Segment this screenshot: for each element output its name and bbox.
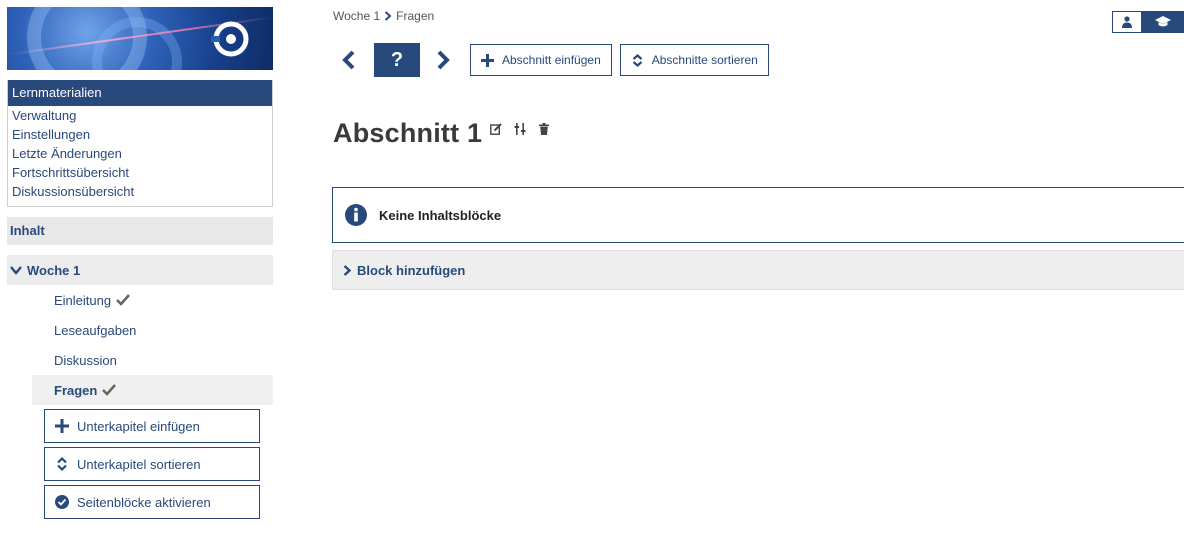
checkmark-icon (116, 294, 131, 306)
sort-icon (632, 53, 642, 67)
info-icon (345, 204, 367, 226)
button-label: Unterkapitel einfügen (77, 418, 200, 434)
content-header: Inhalt (7, 217, 273, 245)
chapter-label: Diskussion (54, 352, 117, 368)
view-mode-switch (1112, 11, 1184, 33)
button-label: Abschnitt einfügen (502, 53, 601, 67)
trash-icon[interactable] (538, 122, 550, 135)
add-block-label: Block hinzufügen (357, 262, 466, 278)
teacher-view-button[interactable] (1142, 11, 1184, 33)
activate-page-blocks-button[interactable]: Seitenblöcke aktivieren (44, 485, 260, 519)
sidebar: Lernmaterialien Verwaltung Einstellungen… (7, 7, 273, 519)
person-icon (1122, 16, 1132, 28)
chevron-right-icon (343, 264, 352, 276)
menu-link-letzte-aenderungen[interactable]: Letzte Änderungen (8, 144, 272, 163)
chapter-label: Fragen (54, 382, 98, 398)
add-block-toggle[interactable]: Block hinzufügen (332, 250, 1184, 290)
learning-materials-menu: Lernmaterialien Verwaltung Einstellungen… (7, 80, 273, 207)
chapter-item-einleitung[interactable]: Einleitung (7, 285, 273, 315)
sort-icon (57, 457, 67, 471)
button-label: Unterkapitel sortieren (77, 456, 201, 472)
button-label: Abschnitte sortieren (651, 53, 758, 67)
sort-subchapters-button[interactable]: Unterkapitel sortieren (44, 447, 260, 481)
current-section-marker[interactable]: ? (374, 43, 420, 77)
banner-logo[interactable] (7, 7, 273, 70)
chevron-right-icon (384, 11, 392, 21)
add-subchapter-button[interactable]: Unterkapitel einfügen (44, 409, 260, 443)
graduation-cap-icon (1155, 16, 1171, 27)
week-label: Woche 1 (27, 262, 81, 278)
sliders-icon[interactable] (514, 122, 526, 135)
breadcrumb-current: Fragen (396, 9, 435, 23)
section-toolbar: ? Abschnitt einfügen Abschnitte sortiere… (340, 43, 769, 77)
edit-icon[interactable] (490, 122, 502, 135)
section-title-row: Abschnitt 1 (333, 118, 550, 149)
menu-link-fortschritt[interactable]: Fortschrittsübersicht (8, 163, 272, 182)
add-section-button[interactable]: Abschnitt einfügen (470, 44, 612, 76)
empty-message: Keine Inhaltsblöcke (379, 207, 502, 223)
check-circle-icon (55, 495, 69, 509)
page-title: Abschnitt 1 (333, 118, 483, 148)
menu-link-diskussion[interactable]: Diskussionsübersicht (8, 182, 272, 201)
button-label: Seitenblöcke aktivieren (77, 494, 211, 510)
previous-arrow-icon[interactable] (340, 49, 358, 71)
chapter-label: Leseaufgaben (54, 322, 137, 338)
checkmark-icon (102, 384, 117, 396)
menu-header[interactable]: Lernmaterialien (8, 80, 272, 106)
chapter-item-leseaufgaben[interactable]: Leseaufgaben (7, 315, 273, 345)
menu-link-verwaltung[interactable]: Verwaltung (8, 106, 272, 125)
week-toggle[interactable]: Woche 1 (7, 255, 273, 285)
sort-sections-button[interactable]: Abschnitte sortieren (619, 44, 769, 76)
plus-icon (481, 53, 494, 67)
chapter-item-fragen[interactable]: Fragen (32, 375, 273, 405)
plus-icon (55, 419, 69, 433)
empty-content-notice: Keine Inhaltsblöcke (332, 187, 1184, 243)
next-arrow-icon[interactable] (434, 49, 452, 71)
chapter-item-diskussion[interactable]: Diskussion (7, 345, 273, 375)
participant-view-button[interactable] (1112, 11, 1142, 33)
breadcrumb: Woche 1 Fragen (333, 9, 434, 23)
platform-logo-icon (211, 21, 249, 57)
menu-link-einstellungen[interactable]: Einstellungen (8, 125, 272, 144)
chevron-down-icon (10, 266, 22, 275)
breadcrumb-parent[interactable]: Woche 1 (333, 9, 380, 23)
chapter-label: Einleitung (54, 292, 112, 308)
